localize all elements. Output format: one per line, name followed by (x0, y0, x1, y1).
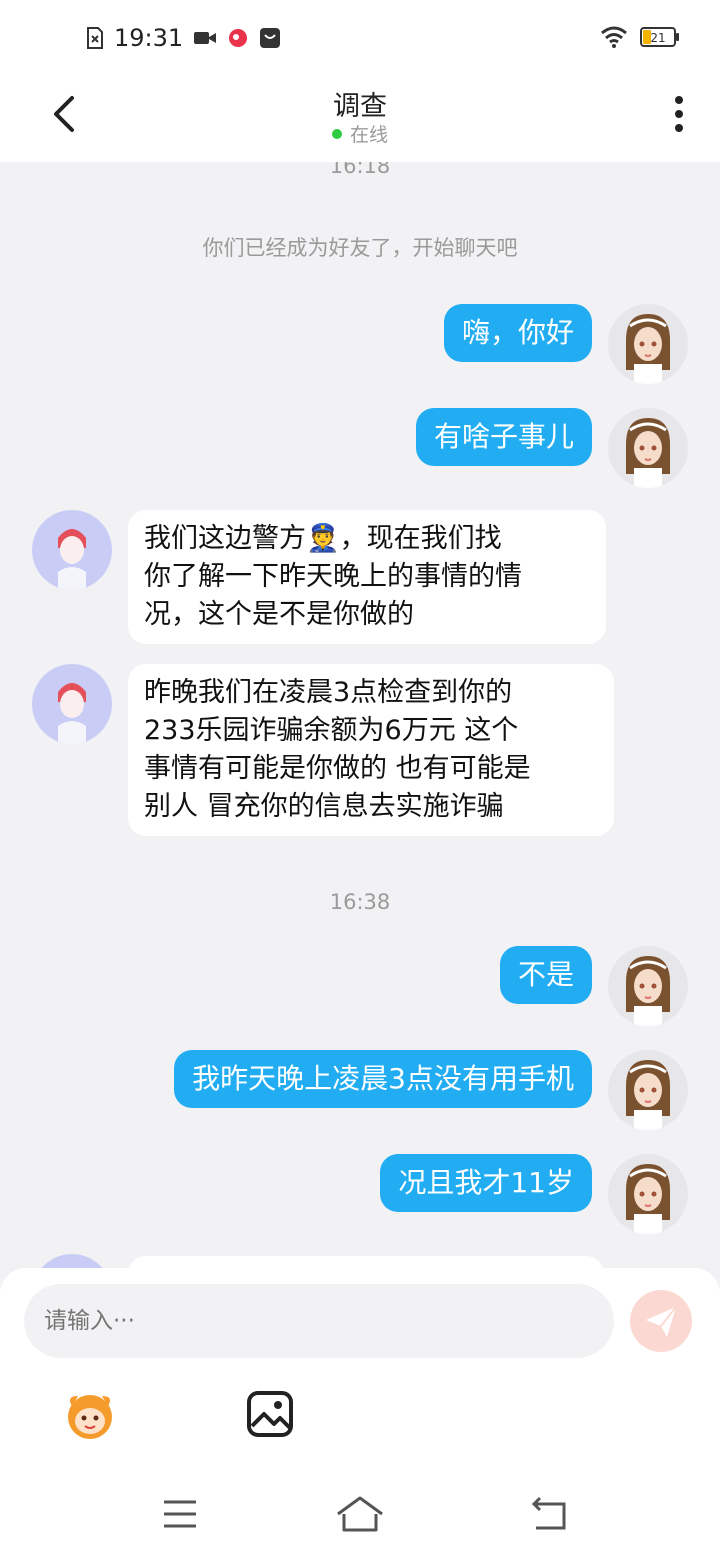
sim-icon (87, 27, 103, 49)
my-avatar[interactable] (608, 1154, 688, 1234)
message-bubble-incoming[interactable] (128, 1256, 604, 1268)
message-bubble-outgoing[interactable]: 况且我才11岁 (380, 1154, 592, 1212)
wifi-icon (601, 26, 627, 48)
boy-avatar-icon (58, 683, 86, 744)
message-bubble-outgoing[interactable]: 有啥子事儿 (415, 408, 592, 466)
message-line: 我们这边警方👮，现在我们找 (144, 523, 502, 554)
message-composer (0, 1268, 720, 1468)
message-line: 别人 冒充你的信息去实施诈骗 (144, 791, 504, 822)
battery-level: 21 (650, 31, 665, 45)
chat-area[interactable]: 16:18 你们已经成为好友了，开始聊天吧 嗨，你好 有啥子事儿 我们这边警方👮… (0, 162, 720, 1268)
emoji-icon[interactable] (60, 1384, 120, 1444)
contact-avatar[interactable] (32, 510, 112, 590)
girl-avatar-icon (626, 314, 670, 384)
my-avatar[interactable] (608, 408, 688, 488)
message-bubble-outgoing[interactable]: 我昨天晚上凌晨3点没有用手机 (174, 1050, 592, 1108)
chat-header: 调查 在线 (0, 80, 720, 162)
send-button[interactable] (630, 1290, 692, 1352)
message-line: 昨晚我们在凌晨3点检查到你的 (144, 677, 513, 708)
contact-avatar[interactable] (32, 1254, 112, 1268)
girl-avatar-icon (626, 956, 670, 1026)
system-navigation-bar (0, 1468, 720, 1560)
message-bubble-outgoing[interactable]: 不是 (499, 946, 592, 1004)
message-line: 你了解一下昨天晚上的事情的情 (144, 561, 522, 592)
online-status: 在线 (0, 120, 720, 147)
message-bubble-incoming[interactable]: 昨晚我们在凌晨3点检查到你的 233乐园诈骗余额为6万元 这个 事情有可能是你做… (128, 664, 614, 836)
message-bubble-outgoing[interactable]: 嗨，你好 (443, 304, 592, 362)
message-bubble-incoming[interactable]: 我们这边警方👮，现在我们找 你了解一下昨天晚上的事情的情 况，这个是不是你做的 (128, 510, 606, 644)
timestamp: 16:18 (329, 162, 391, 178)
message-input[interactable] (24, 1284, 614, 1358)
online-dot (331, 128, 342, 139)
battery-icon: 21 (640, 27, 679, 47)
timestamp: 16:38 (329, 890, 391, 914)
contact-avatar[interactable] (32, 664, 112, 744)
status-right: 21 (600, 26, 680, 48)
chat-title: 调查 (333, 91, 387, 122)
home-icon[interactable] (336, 1494, 384, 1534)
girl-avatar-icon (626, 1060, 670, 1130)
system-message: 你们已经成为好友了，开始聊天吧 (202, 236, 518, 260)
video-icon (194, 32, 217, 44)
my-avatar[interactable] (608, 1050, 688, 1130)
girl-avatar-icon (626, 418, 670, 488)
my-avatar[interactable] (608, 946, 688, 1026)
app-notification-icon (229, 29, 248, 47)
image-picker-icon[interactable] (246, 1390, 294, 1438)
back-nav-icon[interactable] (528, 1494, 568, 1534)
message-line: 233乐园诈骗余额为6万元 这个 (144, 715, 519, 746)
bag-icon (260, 28, 281, 48)
girl-avatar-icon (626, 1164, 670, 1234)
send-icon (646, 1306, 677, 1337)
status-left: 19:31 (86, 24, 281, 52)
status-time: 19:31 (114, 24, 184, 52)
message-line: 况，这个是不是你做的 (144, 599, 414, 630)
online-label: 在线 (349, 124, 388, 146)
message-line: 事情有可能是你做的 也有可能是 (144, 753, 531, 784)
status-bar: 19:31 21 (0, 0, 720, 80)
boy-avatar-icon (58, 529, 86, 590)
more-options-icon[interactable] (674, 96, 684, 132)
menu-icon[interactable] (160, 1494, 200, 1534)
my-avatar[interactable] (608, 304, 688, 384)
